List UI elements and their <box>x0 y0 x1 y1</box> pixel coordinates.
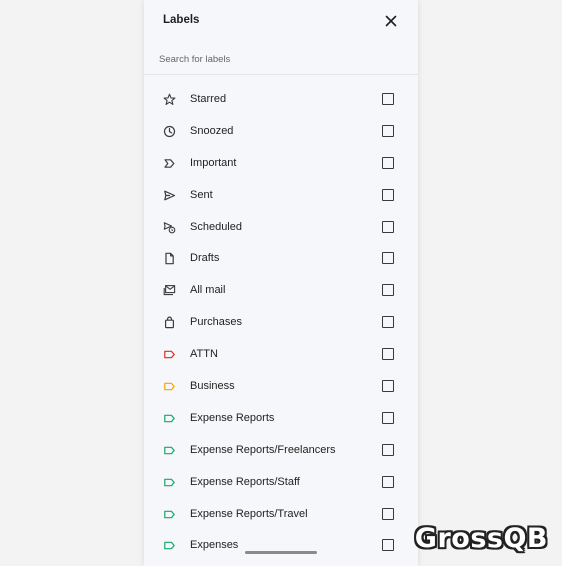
label-checkbox[interactable] <box>382 443 394 456</box>
label-name: Expense Reports/Staff <box>190 475 300 488</box>
label-checkbox[interactable] <box>382 475 394 488</box>
home-indicator <box>245 551 317 554</box>
label-name: Scheduled <box>190 220 242 233</box>
label-row[interactable]: Expense Reports/Travel <box>144 499 418 531</box>
label-name: Expense Reports <box>190 411 275 424</box>
label-row[interactable]: Expense Reports <box>144 403 418 435</box>
label-name: Important <box>190 156 237 169</box>
label-checkbox[interactable] <box>382 156 394 169</box>
label-checkbox[interactable] <box>382 539 394 552</box>
label-tag-icon <box>163 348 176 361</box>
close-icon[interactable] <box>384 14 398 28</box>
search-bar <box>144 44 418 75</box>
label-tag-icon <box>163 444 176 457</box>
label-tag-icon <box>163 380 176 393</box>
label-row[interactable]: Expenses <box>144 530 418 562</box>
label-list: Starred Snoozed Important Sent Scheduled Draf… <box>144 84 418 562</box>
shopping-bag-icon <box>163 316 176 329</box>
label-row[interactable]: Important <box>144 148 418 180</box>
label-name: Expenses <box>190 539 239 552</box>
label-row[interactable]: Sent <box>144 180 418 212</box>
label-row[interactable]: Business <box>144 371 418 403</box>
panel-header: Labels <box>144 0 418 42</box>
label-row[interactable]: Expense Reports/Staff <box>144 467 418 499</box>
watermark: GrossQB <box>414 523 548 554</box>
label-name: Drafts <box>190 252 220 265</box>
label-name: Expense Reports/Travel <box>190 507 308 520</box>
label-checkbox[interactable] <box>382 348 394 361</box>
label-row[interactable]: Starred <box>144 84 418 116</box>
clock-icon <box>163 125 176 138</box>
label-tag-icon <box>163 539 176 552</box>
label-checkbox[interactable] <box>382 220 394 233</box>
panel-title: Labels <box>163 14 200 26</box>
label-checkbox[interactable] <box>382 411 394 424</box>
label-checkbox[interactable] <box>382 188 394 201</box>
label-name: Expense Reports/Freelancers <box>190 443 336 456</box>
label-row[interactable]: All mail <box>144 275 418 307</box>
label-checkbox[interactable] <box>382 380 394 393</box>
search-input[interactable] <box>157 50 401 68</box>
all-mail-icon <box>163 284 176 297</box>
label-checkbox[interactable] <box>382 316 394 329</box>
label-row[interactable]: Purchases <box>144 307 418 339</box>
label-checkbox[interactable] <box>382 507 394 520</box>
label-row[interactable]: Snoozed <box>144 116 418 148</box>
label-name: Purchases <box>190 316 242 329</box>
label-checkbox[interactable] <box>382 124 394 137</box>
label-row[interactable]: Drafts <box>144 243 418 275</box>
scheduled-send-icon <box>163 221 176 234</box>
send-icon <box>163 189 176 202</box>
label-checkbox[interactable] <box>382 284 394 297</box>
label-name: Snoozed <box>190 124 234 137</box>
label-name: ATTN <box>190 348 218 361</box>
label-tag-icon <box>163 412 176 425</box>
label-name: Business <box>190 380 235 393</box>
labels-panel: Labels Starred Snoozed Important Sent Schedu… <box>144 0 418 566</box>
important-icon <box>163 157 176 170</box>
label-row[interactable]: Scheduled <box>144 212 418 244</box>
label-checkbox[interactable] <box>382 252 394 265</box>
star-icon <box>163 93 176 106</box>
label-name: All mail <box>190 284 226 297</box>
label-tag-icon <box>163 508 176 521</box>
label-name: Starred <box>190 93 227 105</box>
label-checkbox[interactable] <box>382 93 394 105</box>
label-tag-icon <box>163 476 176 489</box>
label-row[interactable]: Expense Reports/Freelancers <box>144 435 418 467</box>
label-row[interactable]: ATTN <box>144 339 418 371</box>
label-name: Sent <box>190 188 213 201</box>
draft-icon <box>163 252 176 265</box>
